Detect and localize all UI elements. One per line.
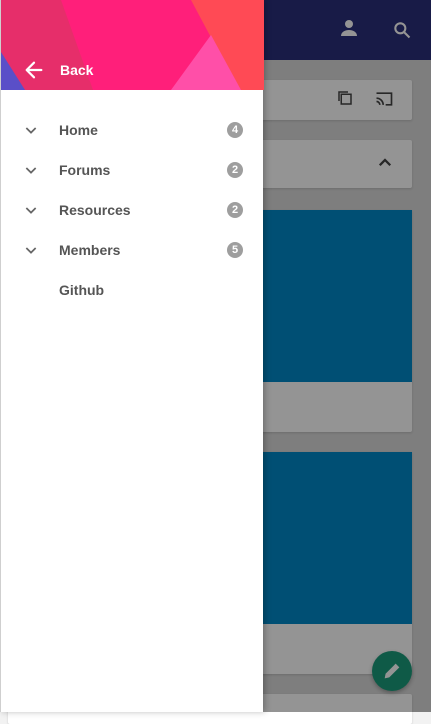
chevron-down-icon[interactable] — [23, 162, 39, 178]
drawer-header: Back — [1, 0, 264, 90]
back-label: Back — [60, 62, 94, 78]
menu-item-label: Github — [59, 282, 105, 298]
back-button[interactable]: Back — [15, 54, 135, 86]
arrow-left-icon — [25, 61, 43, 79]
menu-item-forums[interactable]: Forums 2 — [1, 150, 263, 190]
count-badge: 2 — [227, 162, 243, 178]
count-badge: 4 — [227, 122, 243, 138]
menu-item-resources[interactable]: Resources 2 — [1, 190, 263, 230]
menu-item-label: Members — [59, 242, 121, 258]
count-badge: 5 — [227, 242, 243, 258]
navigation-drawer: Back Home 4 Forums 2 Resources 2 Members… — [0, 0, 264, 712]
menu-item-label: Forums — [59, 162, 111, 178]
chevron-down-icon[interactable] — [23, 122, 39, 138]
menu-item-label: Resources — [59, 202, 131, 218]
menu-item-home[interactable]: Home 4 — [1, 110, 263, 150]
menu-item-github[interactable]: Github — [1, 270, 263, 310]
menu-item-label: Home — [59, 122, 98, 138]
drawer-menu: Home 4 Forums 2 Resources 2 Members 5 Gi… — [1, 110, 263, 310]
menu-item-members[interactable]: Members 5 — [1, 230, 263, 270]
chevron-down-icon[interactable] — [23, 242, 39, 258]
chevron-down-icon[interactable] — [23, 202, 39, 218]
count-badge: 2 — [227, 202, 243, 218]
